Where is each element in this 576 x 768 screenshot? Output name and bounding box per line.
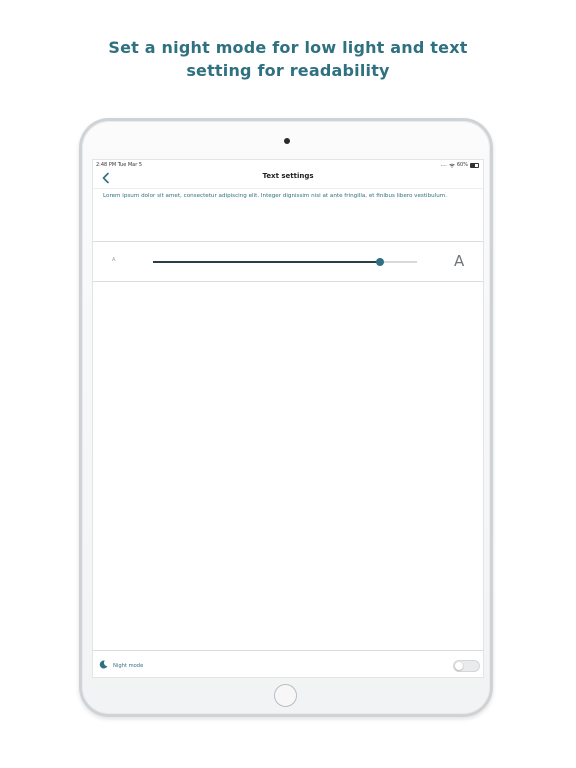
navigation-bar: Text settings <box>93 168 483 189</box>
small-text-label: A <box>112 257 116 263</box>
wifi-icon <box>449 163 455 168</box>
night-mode-toggle[interactable] <box>453 660 480 672</box>
large-text-label: A <box>454 252 465 270</box>
headline-line-1: Set a night mode for low light and text <box>108 38 468 57</box>
night-mode-label: Night mode <box>113 663 144 669</box>
page-title: Text settings <box>262 172 314 180</box>
ipad-device-frame: 2:48 PM Tue Mar 5 .... 60% Text settings <box>79 118 493 717</box>
preview-text: Lorem ipsum dolor sit amet, consectetur … <box>103 193 447 199</box>
toggle-knob <box>455 662 463 670</box>
device-screen: 2:48 PM Tue Mar 5 .... 60% Text settings <box>92 159 484 678</box>
slider-fill <box>153 261 381 263</box>
camera-icon <box>284 138 290 144</box>
slider-thumb[interactable] <box>376 258 385 266</box>
home-button[interactable] <box>274 684 297 707</box>
battery-icon <box>470 162 479 168</box>
text-size-slider[interactable] <box>153 258 417 266</box>
marketing-headline: Set a night mode for low light and text … <box>0 36 576 82</box>
night-mode-bar: Night mode <box>93 650 483 677</box>
text-preview-panel: Lorem ipsum dolor sit amet, consectetur … <box>93 189 483 242</box>
text-size-row: A A <box>93 242 483 282</box>
headline-line-2: setting for readability <box>186 61 390 80</box>
moon-icon <box>99 660 108 669</box>
